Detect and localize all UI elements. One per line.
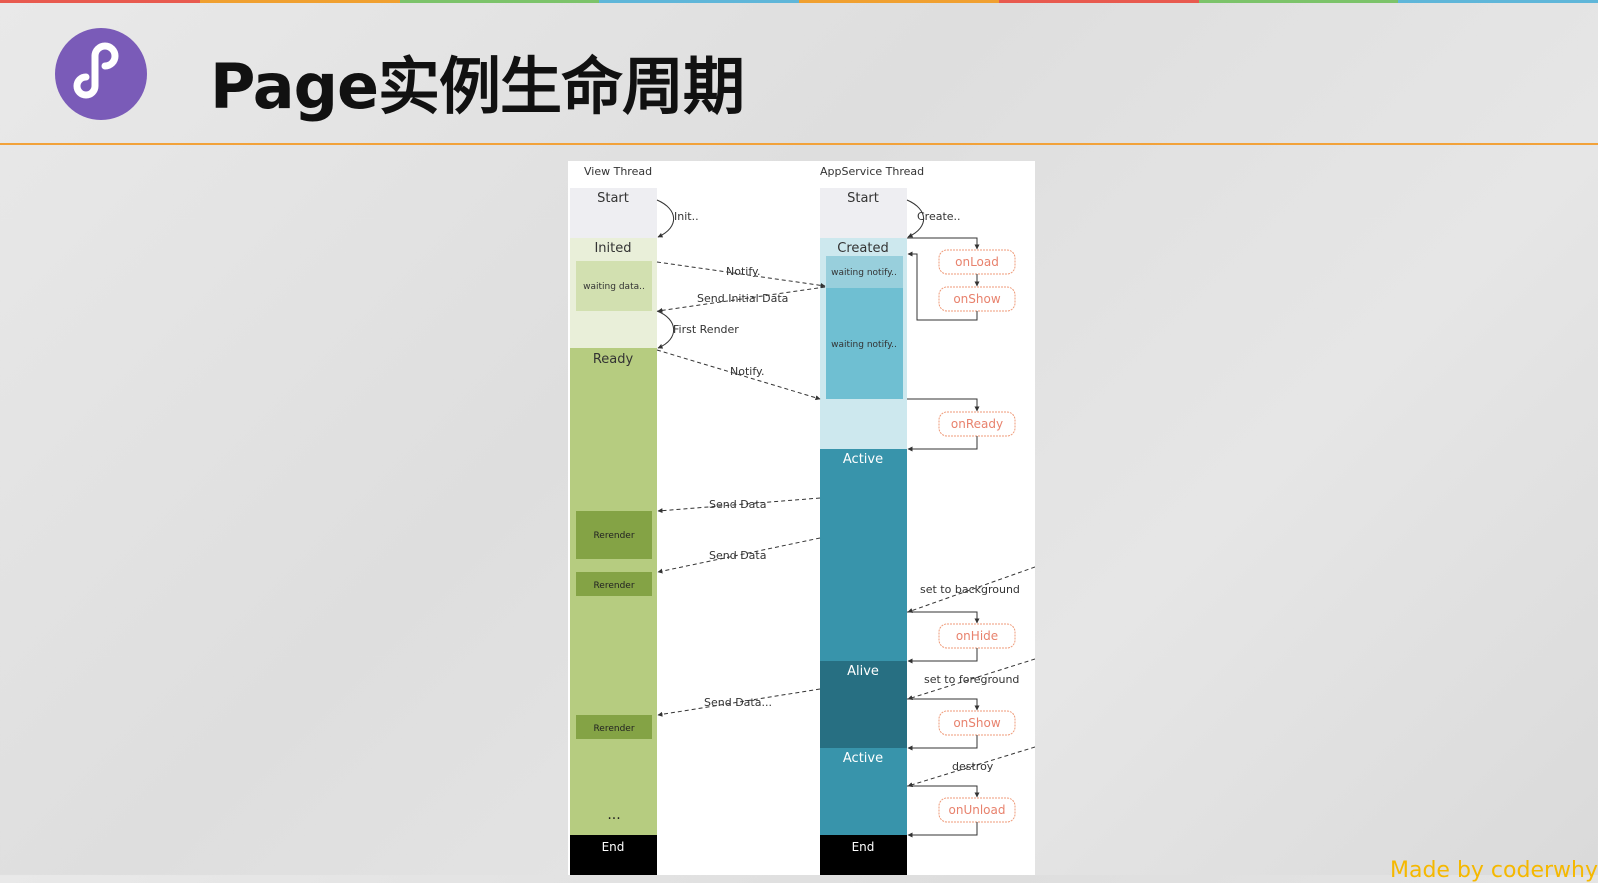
link-icon (73, 42, 119, 99)
app-waiting-label-1: waiting notify.. (831, 268, 897, 278)
rerender-label: Rerender (593, 531, 634, 541)
set-foreground-label: set to foreground (924, 673, 1019, 686)
onhide-return (907, 648, 978, 664)
init-label: Init.. (674, 210, 699, 223)
create-label: Create.. (917, 210, 961, 223)
destroy-label: destroy (952, 760, 994, 773)
mini-program-logo (55, 28, 147, 120)
page-title: Page实例生命周期 (210, 50, 745, 123)
lifecycle-diagram: View Thread AppService Thread Start Init… (568, 161, 1035, 875)
send-data-label-1: Send Data (709, 498, 766, 511)
app-created-label: Created (837, 241, 888, 256)
onshow2-return (907, 735, 978, 751)
onload-connector (907, 237, 980, 250)
init-curve (656, 199, 675, 238)
onhide-hook-label: onHide (956, 629, 998, 643)
send-initial-data-label: Send Initial Data (697, 292, 788, 305)
onunload-return (907, 822, 978, 838)
view-start-label: Start (597, 191, 629, 206)
onunload-connector (907, 785, 980, 798)
app-start-label: Start (847, 191, 879, 206)
send-data-label-2: Send Data (709, 549, 766, 562)
rerender-label: Rerender (593, 724, 634, 734)
notify-label-2: Notify. (730, 365, 764, 378)
view-ready-label: Ready (593, 352, 634, 367)
onready-connector (907, 398, 980, 412)
onload-hook-label: onLoad (955, 255, 999, 269)
notify-label-1: Notify. (726, 265, 760, 278)
onready-hook-label: onReady (951, 417, 1003, 431)
app-waiting-label-2: waiting notify.. (831, 340, 897, 350)
first-render-label: First Render (673, 323, 739, 336)
view-waiting-label: waiting data.. (583, 282, 645, 292)
view-end-label: End (602, 840, 625, 854)
send-data-label-3: Send Data... (704, 696, 772, 709)
footer-credit: Made by coderwhy (1390, 858, 1598, 883)
onunload-hook-label: onUnload (949, 803, 1006, 817)
first-render-curve (656, 310, 675, 349)
onready-return (907, 436, 978, 452)
view-ellipsis: ... (607, 807, 620, 823)
app-alive-label: Alive (847, 664, 879, 679)
onhide-connector (907, 611, 980, 624)
set-background-label: set to background (920, 583, 1020, 596)
top-color-strip (0, 0, 1598, 3)
onshow-hook-label-2: onShow (953, 716, 1001, 730)
onshow-hook-label: onShow (953, 292, 1001, 306)
rerender-label: Rerender (593, 581, 634, 591)
view-inited-label: Inited (594, 241, 631, 256)
appservice-thread-label: AppService Thread (820, 165, 924, 178)
app-active-block (820, 449, 907, 661)
view-thread-label: View Thread (584, 165, 652, 178)
app-active-label: Active (843, 452, 883, 467)
header-divider (0, 143, 1598, 145)
onshow2-connector (907, 698, 980, 711)
app-end-label: End (852, 840, 875, 854)
app-active-label-2: Active (843, 751, 883, 766)
